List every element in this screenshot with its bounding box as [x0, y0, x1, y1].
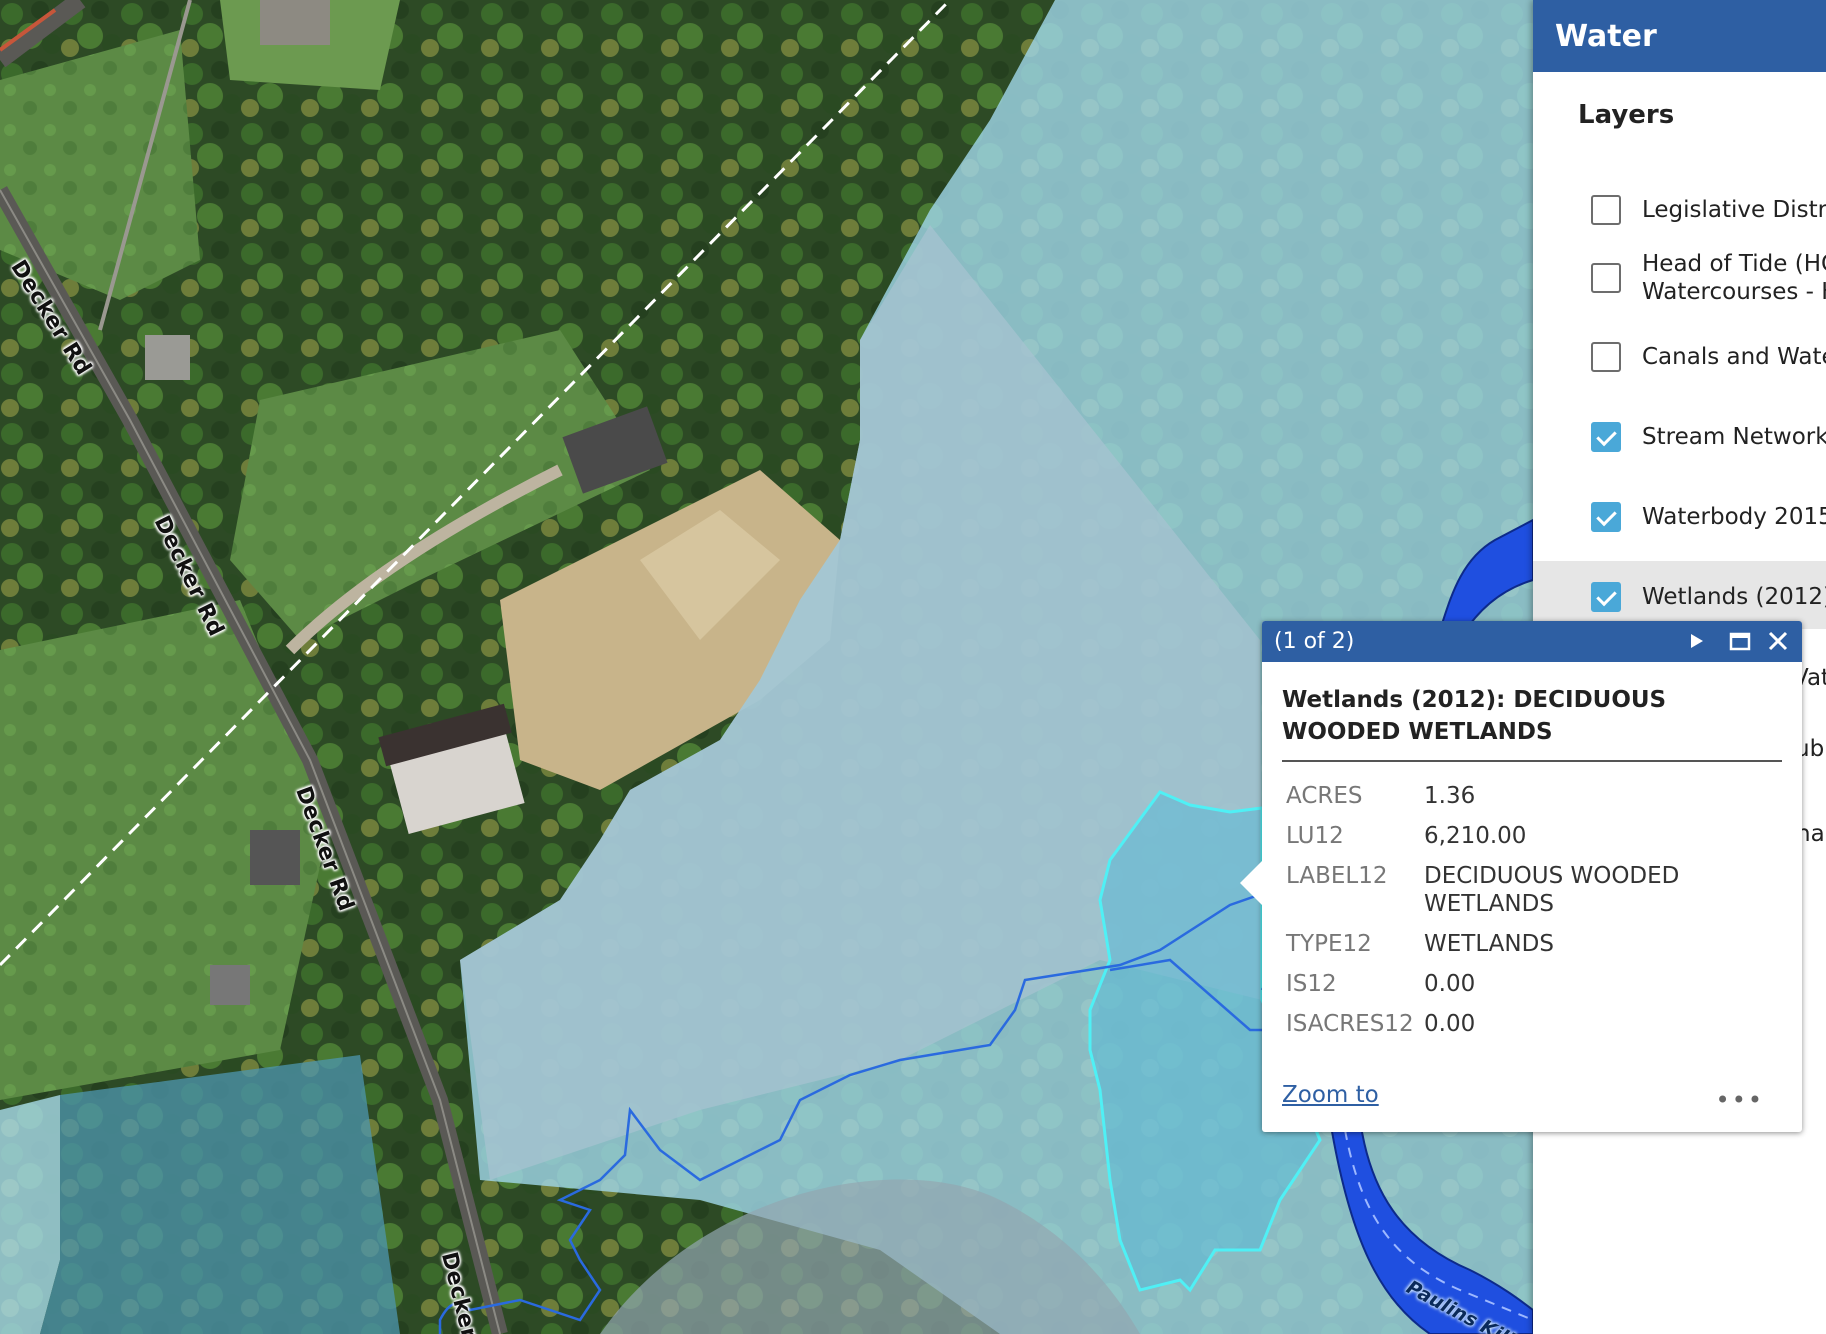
house-2 [145, 335, 190, 380]
attribute-value: 6,210.00 [1424, 823, 1527, 849]
attribute-value: DECIDUOUS WOODED WETLANDS [1424, 863, 1680, 917]
attribute-row: LU12 6,210.00 [1286, 816, 1724, 856]
layer-checkbox-stream-network[interactable] [1591, 422, 1621, 452]
layer-label-wetlands: Wetlands (2012) [1642, 584, 1826, 610]
attribute-row: TYPE12 WETLANDS [1286, 924, 1724, 964]
layer-label-legislative: Legislative Distric [1642, 197, 1826, 223]
layer-row-waterbody[interactable]: Waterbody 2015 [1533, 490, 1826, 550]
layer-row-head-of-tide[interactable]: Head of Tide (HC Watercourses - H [1533, 248, 1826, 308]
layers-title: Layers [1578, 100, 1675, 130]
layer-label-waterbody: Waterbody 2015 [1642, 504, 1826, 530]
zoom-to-link[interactable]: Zoom to [1282, 1082, 1379, 1108]
house-4 [250, 830, 300, 885]
popup-title: Wetlands (2012): DECIDUOUS WOODED WETLAN… [1282, 684, 1782, 762]
house-3 [260, 0, 330, 45]
attribute-value: 0.00 [1424, 1011, 1476, 1037]
popup-header: (1 of 2) [1262, 621, 1802, 662]
attribute-key: LABEL12 [1286, 863, 1388, 889]
layer-checkbox-wetlands[interactable] [1591, 582, 1621, 612]
layer-checkbox-canals[interactable] [1591, 342, 1621, 372]
attribute-value: WETLANDS [1424, 931, 1554, 957]
close-icon [1768, 631, 1788, 651]
close-button[interactable] [1764, 627, 1792, 655]
wetland-polygon-left-dark[interactable] [40, 1055, 400, 1334]
layer-row-stream-network[interactable]: Stream Network 2 [1533, 410, 1826, 470]
layer-label-head-of-tide: Head of Tide (HC Watercourses - H [1642, 251, 1826, 305]
more-actions-button[interactable]: ••• [1716, 1086, 1764, 1114]
layer-checkbox-legislative[interactable] [1591, 195, 1621, 225]
attribute-key: ISACRES12 [1286, 1011, 1414, 1037]
attribute-table: ACRES 1.36 LU12 6,210.00 LABEL12 DECIDUOUS … [1286, 776, 1724, 1044]
attribute-row: ISACRES12 0.00 [1286, 1004, 1724, 1044]
layer-row-wetlands[interactable]: Wetlands (2012) [1533, 561, 1826, 629]
layer-label-canals: Canals and Wate [1642, 344, 1826, 370]
popup-pointer [1240, 861, 1262, 905]
layer-checkbox-head-of-tide[interactable] [1591, 263, 1621, 293]
attribute-row: IS12 0.00 [1286, 964, 1724, 1004]
attribute-value: 1.36 [1424, 783, 1476, 809]
attribute-key: LU12 [1286, 823, 1344, 849]
layer-label-stream-network: Stream Network 2 [1642, 424, 1826, 450]
next-feature-button[interactable] [1682, 627, 1710, 655]
attribute-key: TYPE12 [1286, 931, 1372, 957]
popup-count: (1 of 2) [1274, 629, 1355, 654]
attribute-row: ACRES 1.36 [1286, 776, 1724, 816]
attribute-value: 0.00 [1424, 971, 1476, 997]
layer-checkbox-waterbody[interactable] [1591, 502, 1621, 532]
layer-row-canals[interactable]: Canals and Wate [1533, 330, 1826, 390]
maximize-icon [1729, 632, 1751, 651]
attribute-key: ACRES [1286, 783, 1363, 809]
play-icon [1691, 634, 1703, 648]
popup-footer: Zoom to ••• [1282, 1082, 1782, 1114]
attribute-key: IS12 [1286, 971, 1337, 997]
attribute-row: LABEL12 DECIDUOUS WOODED WETLANDS [1286, 856, 1724, 924]
house-5 [210, 965, 250, 1005]
maximize-button[interactable] [1726, 627, 1754, 655]
feature-popup: (1 of 2) Wetlands (2012): DECIDUOUS WOOD… [1240, 621, 1802, 1132]
layer-row-legislative[interactable]: Legislative Distric [1533, 180, 1826, 240]
panel-header: Water [1533, 0, 1826, 72]
